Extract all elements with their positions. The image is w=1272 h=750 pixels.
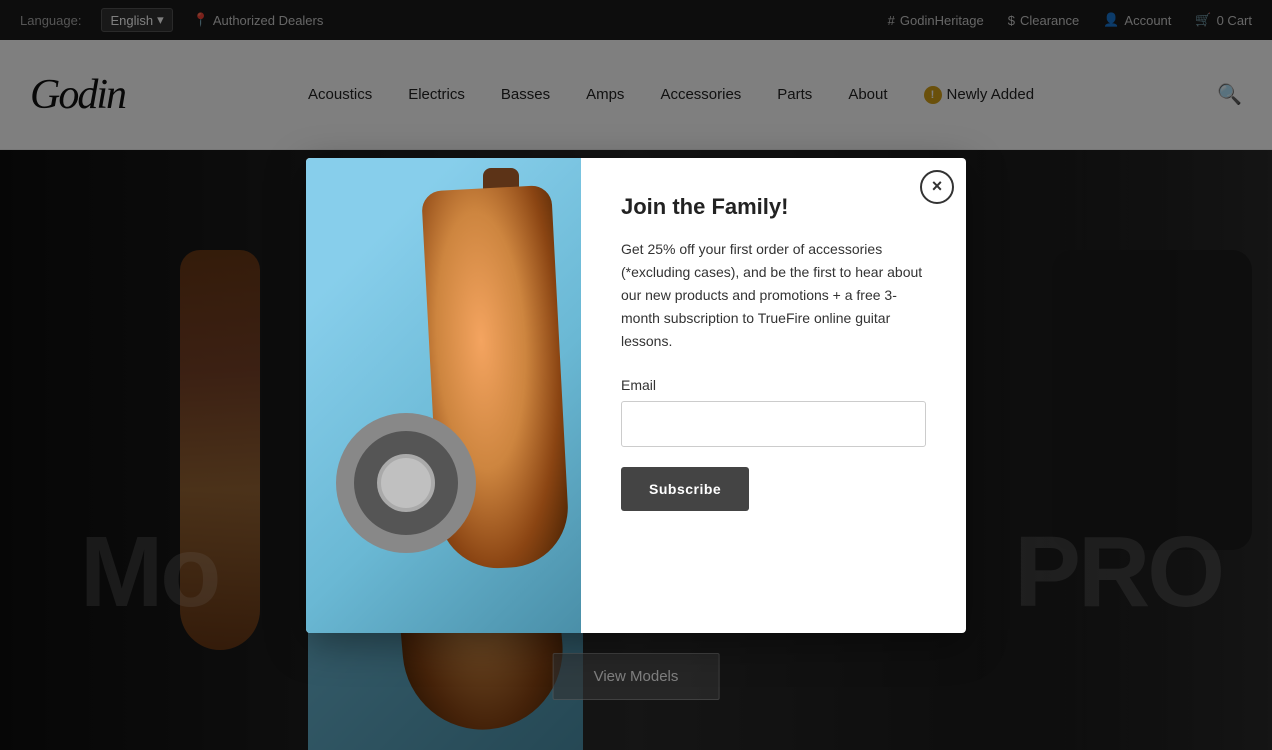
modal-content-panel: × Join the Family! Get 25% off your firs…: [581, 158, 966, 633]
car-tire-decoration: [336, 413, 476, 553]
modal-image-panel: [306, 158, 581, 633]
modal-title: Join the Family!: [621, 194, 926, 220]
modal-overlay: × Join the Family! Get 25% off your firs…: [0, 0, 1272, 750]
subscribe-button[interactable]: Subscribe: [621, 467, 749, 511]
email-input[interactable]: [621, 401, 926, 447]
modal-close-button[interactable]: ×: [920, 170, 954, 204]
email-label: Email: [621, 377, 926, 393]
modal-description: Get 25% off your first order of accessor…: [621, 238, 926, 353]
modal-dialog: × Join the Family! Get 25% off your firs…: [306, 158, 966, 633]
